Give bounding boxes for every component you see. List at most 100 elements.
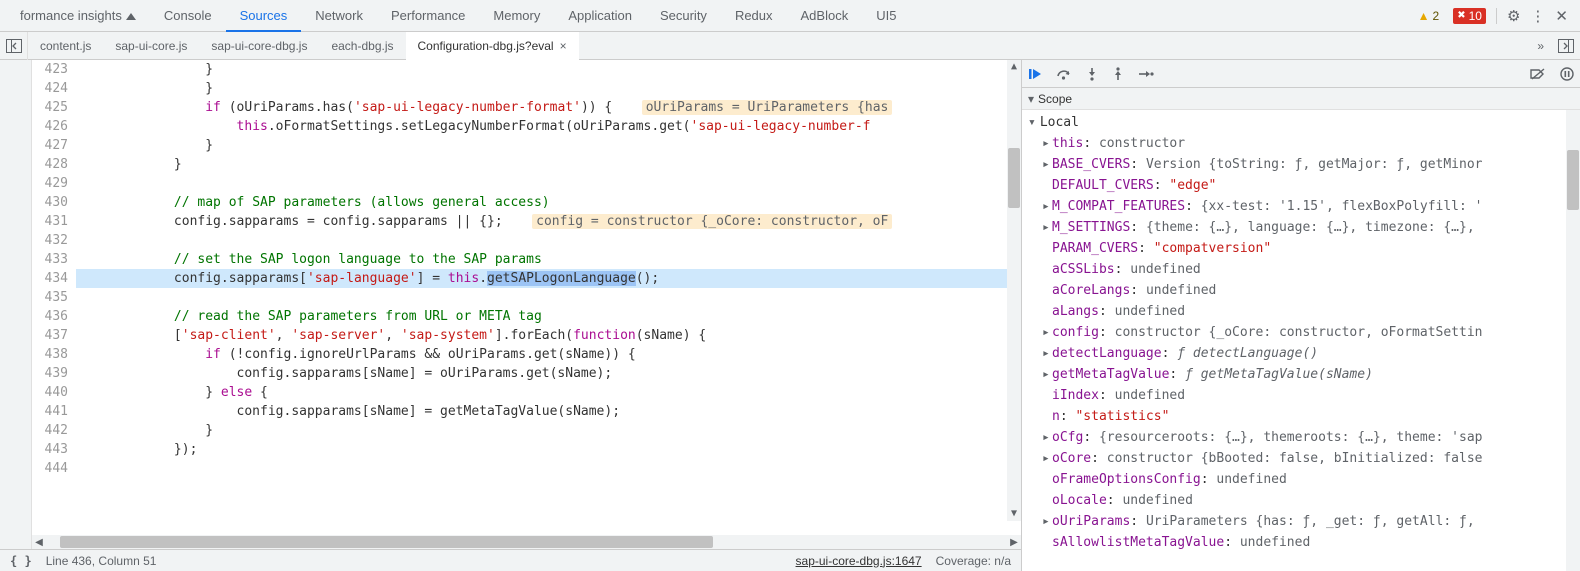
code-line[interactable] (76, 174, 1021, 193)
code-line[interactable] (76, 231, 1021, 250)
scope-scroll-thumb[interactable] (1567, 150, 1579, 210)
editor-horizontal-scrollbar[interactable]: ◀ ▶ (32, 535, 1021, 549)
scope-variable-row[interactable]: ▸getMetaTagValue: ƒ getMetaTagValue(sNam… (1022, 364, 1580, 385)
code-line[interactable]: // set the SAP logon language to the SAP… (76, 250, 1021, 269)
step-icon[interactable] (1138, 68, 1154, 80)
file-tab[interactable]: sap-ui-core.js (103, 32, 199, 60)
code-line[interactable]: } (76, 60, 1021, 79)
scope-variable-row[interactable]: sAllowlistMetaTagValue: undefined (1022, 532, 1580, 553)
scope-variable-row[interactable]: oLocale: undefined (1022, 490, 1580, 511)
code-line[interactable]: } else { (76, 383, 1021, 402)
code-line[interactable]: if (!config.ignoreUrlParams && oUriParam… (76, 345, 1021, 364)
panel-tab-console[interactable]: Console (150, 0, 226, 32)
scope-variable-row[interactable]: aCoreLangs: undefined (1022, 280, 1580, 301)
scope-variable-row[interactable]: ▸config: constructor {_oCore: constructo… (1022, 322, 1580, 343)
code-line[interactable]: } (76, 136, 1021, 155)
panel-tab-formance-insights[interactable]: formance insights (6, 0, 150, 32)
warnings-badge[interactable]: ▲2 (1414, 8, 1444, 24)
panel-tab-redux[interactable]: Redux (721, 0, 787, 32)
warning-icon: ▲ (1418, 9, 1430, 23)
scope-variable-row[interactable]: ▸M_SETTINGS: {theme: {…}, language: {…},… (1022, 217, 1580, 238)
scope-variable-row[interactable]: ▸oUriParams: UriParameters {has: ƒ, _get… (1022, 511, 1580, 532)
resume-icon[interactable] (1028, 67, 1042, 81)
code-line[interactable]: } (76, 79, 1021, 98)
scroll-right-icon[interactable]: ▶ (1007, 537, 1021, 548)
settings-icon[interactable]: ⚙ (1507, 7, 1520, 25)
scope-variable-row[interactable]: ▸BASE_CVERS: Version {toString: ƒ, getMa… (1022, 154, 1580, 175)
code-line[interactable]: // read the SAP parameters from URL or M… (76, 307, 1021, 326)
code-line[interactable]: } (76, 421, 1021, 440)
panel-tab-adblock[interactable]: AdBlock (787, 0, 863, 32)
code-line[interactable]: }); (76, 440, 1021, 459)
scope-variable-row[interactable]: ▸detectLanguage: ƒ detectLanguage() (1022, 343, 1580, 364)
panel-tab-ui5[interactable]: UI5 (862, 0, 910, 32)
scope-variable-row[interactable]: ▸oCore: constructor {bBooted: false, bIn… (1022, 448, 1580, 469)
close-tab-icon[interactable]: × (560, 39, 567, 53)
scope-variable-row[interactable]: iIndex: undefined (1022, 385, 1580, 406)
scroll-down-icon[interactable]: ▼ (1007, 507, 1021, 521)
step-out-icon[interactable] (1112, 67, 1124, 81)
code-line[interactable]: if (oUriParams.has('sap-ui-legacy-number… (76, 98, 1021, 117)
devtools-toolbar: formance insightsConsoleSourcesNetworkPe… (0, 0, 1580, 32)
deactivate-breakpoints-icon[interactable] (1530, 67, 1546, 81)
horizontal-scroll-thumb[interactable] (60, 536, 713, 548)
panel-tab-security[interactable]: Security (646, 0, 721, 32)
panel-tab-application[interactable]: Application (554, 0, 646, 32)
pretty-print-icon[interactable]: { } (10, 554, 32, 568)
scope-variable-row[interactable]: PARAM_CVERS: "compatversion" (1022, 238, 1580, 259)
panel-tab-sources[interactable]: Sources (226, 0, 302, 32)
scroll-left-icon[interactable]: ◀ (32, 537, 46, 548)
file-tabs-overflow-icon[interactable]: » (1529, 32, 1552, 60)
scope-vertical-scrollbar[interactable] (1566, 110, 1580, 571)
step-into-icon[interactable] (1086, 67, 1098, 81)
file-tab[interactable]: sap-ui-core-dbg.js (199, 32, 319, 60)
step-over-icon[interactable] (1056, 67, 1072, 81)
scroll-up-icon[interactable]: ▲ (1007, 60, 1021, 74)
vertical-scroll-thumb[interactable] (1008, 148, 1020, 208)
code-line[interactable]: // map of SAP parameters (allows general… (76, 193, 1021, 212)
code-line[interactable] (76, 459, 1021, 478)
scope-local-header[interactable]: Local (1022, 112, 1580, 133)
scope-variable-row[interactable]: aCSSLibs: undefined (1022, 259, 1580, 280)
pause-on-exceptions-icon[interactable] (1560, 67, 1574, 81)
source-link[interactable]: sap-ui-core-dbg.js:1647 (796, 554, 922, 568)
scope-variable-row[interactable]: ▸this: constructor (1022, 133, 1580, 154)
code-line[interactable]: config.sapparams[sName] = oUriParams.get… (76, 364, 1021, 383)
file-tab[interactable]: Configuration-dbg.js?eval× (406, 32, 579, 60)
navigator-toggle-icon[interactable] (0, 32, 28, 60)
scope-section-header[interactable]: Scope (1022, 88, 1580, 110)
code-line[interactable]: ['sap-client', 'sap-server', 'sap-system… (76, 326, 1021, 345)
code-line[interactable]: this.oFormatSettings.setLegacyNumberForm… (76, 117, 1021, 136)
scope-variable-row[interactable]: DEFAULT_CVERS: "edge" (1022, 175, 1580, 196)
scope-variable-row[interactable]: ▸M_COMPAT_FEATURES: {xx-test: '1.15', fl… (1022, 196, 1580, 217)
hscroll-track[interactable] (60, 535, 993, 549)
close-devtools-icon[interactable]: ✕ (1555, 7, 1568, 25)
scope-variable-row[interactable]: oFrameOptionsConfig: undefined (1022, 469, 1580, 490)
code-line[interactable] (76, 288, 1021, 307)
code-line[interactable]: config.sapparams[sName] = getMetaTagValu… (76, 402, 1021, 421)
panel-tab-performance[interactable]: Performance (377, 0, 479, 32)
code-line[interactable]: config.sapparams = config.sapparams || {… (76, 212, 1021, 231)
toolbar-divider (1496, 8, 1497, 24)
toolbar-right: ▲2 ✖10 ⚙ ⋮ ✕ (1414, 7, 1574, 25)
scope-variable-row[interactable]: ▸oCfg: {resourceroots: {…}, themeroots: … (1022, 427, 1580, 448)
editor-vertical-scrollbar[interactable]: ▲ ▼ (1007, 60, 1021, 521)
scope-tree[interactable]: Local▸this: constructor▸BASE_CVERS: Vers… (1022, 110, 1580, 571)
breakpoint-gutter[interactable] (0, 60, 32, 535)
scope-variable-row[interactable]: n: "statistics" (1022, 406, 1580, 427)
errors-badge[interactable]: ✖10 (1453, 8, 1486, 24)
panel-tab-network[interactable]: Network (301, 0, 377, 32)
code-line[interactable]: config.sapparams['sap-language'] = this.… (76, 269, 1021, 288)
more-icon[interactable]: ⋮ (1530, 7, 1545, 25)
cursor-position: Line 436, Column 51 (46, 554, 157, 568)
file-tab[interactable]: each-dbg.js (319, 32, 405, 60)
file-tab[interactable]: content.js (28, 32, 103, 60)
code-area[interactable]: } } if (oUriParams.has('sap-ui-legacy-nu… (76, 60, 1021, 535)
scope-variable-row[interactable]: aLangs: undefined (1022, 301, 1580, 322)
error-icon: ✖ (1457, 10, 1465, 21)
debugger-toggle-icon[interactable] (1552, 32, 1580, 60)
line-number-gutter: 4234244254264274284294304314324334344354… (32, 60, 76, 535)
code-line[interactable]: } (76, 155, 1021, 174)
panel-tab-memory[interactable]: Memory (479, 0, 554, 32)
panel-tabs: formance insightsConsoleSourcesNetworkPe… (6, 0, 1414, 32)
